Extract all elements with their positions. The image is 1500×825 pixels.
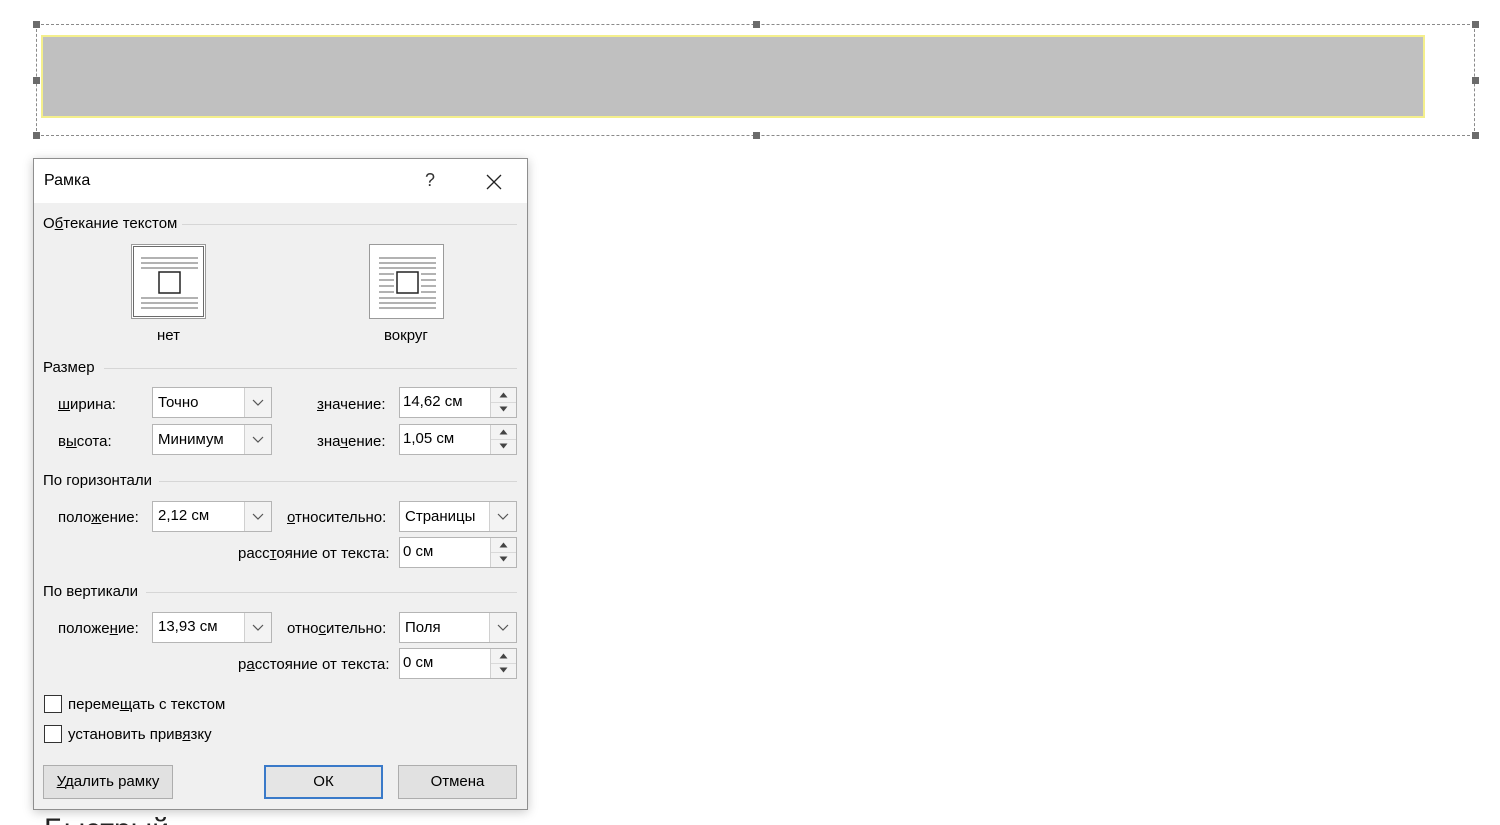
horizontal-section-label: По горизонтали (43, 472, 153, 489)
width-value-spinner[interactable]: 14,62 см (399, 387, 517, 418)
vertical-distance-label: расстояние от текста: (238, 656, 390, 673)
horizontal-position-dropdown[interactable] (244, 502, 271, 531)
separator (159, 481, 517, 482)
width-value-input[interactable]: 14,62 см (403, 393, 463, 410)
frame-content[interactable] (41, 35, 1425, 118)
wrap-none-label: нет (157, 327, 180, 344)
chevron-down-icon (252, 399, 264, 406)
separator (182, 224, 517, 225)
height-value-increment[interactable] (491, 425, 516, 440)
vertical-relative-value: Поля (405, 619, 441, 636)
height-mode-dropdown[interactable] (244, 425, 271, 454)
height-value-decrement[interactable] (491, 439, 516, 453)
triangle-down-icon (499, 443, 508, 449)
width-mode-value: Точно (158, 394, 199, 411)
remove-frame-button[interactable]: Удалить рамку (43, 765, 173, 799)
vertical-distance-input[interactable]: 0 см (403, 654, 433, 671)
resize-handle-bottom-right[interactable] (1472, 132, 1479, 139)
horizontal-distance-increment[interactable] (491, 538, 516, 553)
width-label: ширина: (58, 396, 116, 413)
dialog-titlebar[interactable]: Рамка ? (34, 159, 527, 203)
wrapping-section-label: Обтекание текстом (43, 215, 178, 232)
width-value-increment[interactable] (491, 388, 516, 403)
horizontal-position-label: положение: (58, 509, 139, 526)
triangle-down-icon (499, 667, 508, 673)
resize-handle-middle-right[interactable] (1472, 77, 1479, 84)
horizontal-distance-input[interactable]: 0 см (403, 543, 433, 560)
vertical-position-combo[interactable]: 13,93 см (152, 612, 272, 643)
width-value-label: значение: (317, 396, 386, 413)
resize-handle-bottom-center[interactable] (753, 132, 760, 139)
height-value-spinner[interactable]: 1,05 см (399, 424, 517, 455)
size-section-label: Размер (43, 359, 95, 376)
vertical-distance-increment[interactable] (491, 649, 516, 664)
resize-handle-bottom-left[interactable] (33, 132, 40, 139)
width-value-decrement[interactable] (491, 402, 516, 416)
height-value-input[interactable]: 1,05 см (403, 430, 454, 447)
horizontal-position-value[interactable]: 2,12 см (158, 507, 209, 524)
resize-handle-middle-left[interactable] (33, 77, 40, 84)
chevron-down-icon (252, 624, 264, 631)
horizontal-position-combo[interactable]: 2,12 см (152, 501, 272, 532)
horizontal-relative-dropdown[interactable] (489, 502, 516, 531)
resize-handle-top-left[interactable] (33, 21, 40, 28)
width-mode-select[interactable]: Точно (152, 387, 272, 418)
dialog-title: Рамка (44, 172, 91, 189)
width-mode-dropdown[interactable] (244, 388, 271, 417)
separator (146, 592, 517, 593)
height-value-label: значение: (317, 433, 386, 450)
triangle-down-icon (499, 406, 508, 412)
vertical-distance-decrement[interactable] (491, 663, 516, 677)
resize-handle-top-center[interactable] (753, 21, 760, 28)
triangle-up-icon (499, 392, 508, 398)
triangle-down-icon (499, 556, 508, 562)
vertical-distance-spinner[interactable]: 0 см (399, 648, 517, 679)
triangle-up-icon (499, 542, 508, 548)
resize-handle-top-right[interactable] (1472, 21, 1479, 28)
wrap-around-label: вокруг (384, 327, 428, 344)
separator (104, 368, 517, 369)
horizontal-relative-value: Страницы (405, 508, 476, 525)
vertical-relative-label: относительно: (287, 620, 387, 637)
height-mode-select[interactable]: Минимум (152, 424, 272, 455)
chevron-down-icon (252, 436, 264, 443)
lock-anchor-label[interactable]: установить привязку (68, 726, 212, 743)
cancel-button[interactable]: Отмена (398, 765, 517, 799)
height-label: высота: (58, 433, 112, 450)
horizontal-relative-label: относительно: (287, 509, 387, 526)
chevron-down-icon (497, 624, 509, 631)
vertical-position-dropdown[interactable] (244, 613, 271, 642)
height-mode-value: Минимум (158, 431, 224, 448)
triangle-up-icon (499, 653, 508, 659)
close-button[interactable] (482, 170, 506, 194)
vertical-position-value[interactable]: 13,93 см (158, 618, 218, 635)
wrap-around-option[interactable] (369, 244, 444, 319)
chevron-down-icon (497, 513, 509, 520)
move-with-text-label[interactable]: перемещать с текстом (68, 696, 225, 713)
close-icon (486, 174, 502, 190)
help-button[interactable]: ? (420, 170, 440, 192)
vertical-section-label: По вертикали (43, 583, 139, 600)
vertical-relative-select[interactable]: Поля (399, 612, 517, 643)
document-text-partial: Быстрый (44, 813, 304, 825)
lock-anchor-checkbox[interactable] (44, 725, 62, 743)
triangle-up-icon (499, 429, 508, 435)
horizontal-distance-decrement[interactable] (491, 552, 516, 566)
wrap-none-option[interactable] (131, 244, 206, 319)
ok-button[interactable]: ОК (264, 765, 383, 799)
move-with-text-checkbox[interactable] (44, 695, 62, 713)
chevron-down-icon (252, 513, 264, 520)
frame-dialog: Рамка ? Обтекание текстом нет вокруг Раз… (33, 158, 528, 810)
wrap-none-icon (141, 257, 198, 309)
horizontal-distance-spinner[interactable]: 0 см (399, 537, 517, 568)
vertical-relative-dropdown[interactable] (489, 613, 516, 642)
horizontal-distance-label: расстояние от текста: (238, 545, 390, 562)
horizontal-relative-select[interactable]: Страницы (399, 501, 517, 532)
vertical-position-label: положение: (58, 620, 139, 637)
wrap-around-icon (379, 257, 436, 309)
